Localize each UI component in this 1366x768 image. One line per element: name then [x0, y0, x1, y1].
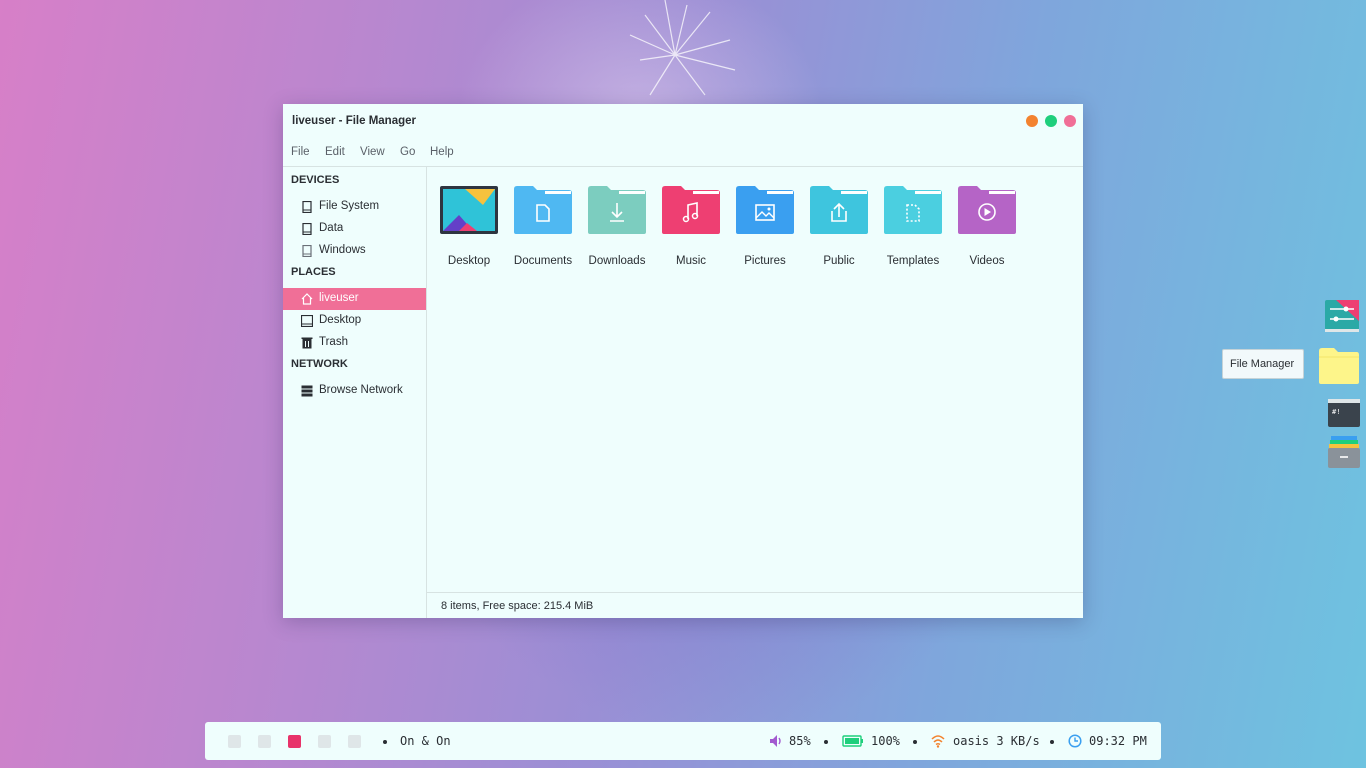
- sidebar-item-label: Trash: [319, 336, 348, 348]
- file-label: Documents: [513, 255, 573, 267]
- sidebar-item-file-system[interactable]: File System: [283, 196, 426, 218]
- drive-icon: [302, 245, 312, 257]
- window-title-label: On & On: [400, 734, 451, 748]
- dock-tooltip: File Manager: [1222, 349, 1304, 379]
- pictures-folder-icon: [736, 186, 794, 234]
- places-header: PLACES: [291, 266, 336, 278]
- workspace-1-button[interactable]: [228, 735, 241, 748]
- downloads-folder-icon: [588, 186, 646, 234]
- status-bar: 8 items, Free space: 215.4 MiB: [427, 592, 1083, 619]
- network-header: NETWORK: [291, 358, 348, 370]
- menu-bar: File Edit View Go Help: [283, 142, 1083, 167]
- documents-folder-icon: [514, 186, 572, 234]
- menu-file[interactable]: File: [291, 146, 310, 158]
- maximize-button[interactable]: [1045, 115, 1057, 127]
- file-view[interactable]: Desktop Documents Downloads Music Pictur…: [427, 167, 1083, 592]
- menu-edit[interactable]: Edit: [325, 146, 345, 158]
- home-icon: [301, 293, 313, 305]
- menu-go[interactable]: Go: [400, 146, 415, 158]
- menu-help[interactable]: Help: [430, 146, 454, 158]
- menu-view[interactable]: View: [360, 146, 385, 158]
- file-label: Videos: [969, 255, 1005, 267]
- sidebar-item-trash[interactable]: Trash: [283, 332, 426, 354]
- sidebar-item-label: liveuser: [319, 292, 359, 304]
- sidebar-item-label: Data: [319, 222, 344, 234]
- file-label: Downloads: [588, 255, 646, 267]
- status-text: 8 items, Free space: 215.4 MiB: [441, 600, 594, 612]
- sidebar-item-label: Windows: [319, 244, 366, 256]
- file-label: Public: [823, 255, 855, 267]
- sparkler-decoration: [629, 0, 736, 96]
- sidebar-item-liveuser[interactable]: liveuser: [283, 288, 426, 310]
- templates-folder-icon: [884, 186, 942, 234]
- workspace-2-button[interactable]: [258, 735, 271, 748]
- terminal-app-icon[interactable]: #!: [1327, 398, 1361, 428]
- drive-icon: [302, 223, 312, 235]
- sidebar-item-label: Browse Network: [319, 384, 403, 396]
- separator-dot: [913, 740, 917, 744]
- file-label: Desktop: [447, 255, 491, 267]
- drive-icon: [302, 201, 312, 213]
- volume-icon[interactable]: [769, 734, 783, 748]
- file-label: Music: [675, 255, 707, 267]
- sidebar: DEVICES File System Data Windows PLACES …: [283, 167, 427, 618]
- file-manager-app-icon[interactable]: [1318, 347, 1360, 385]
- network-status[interactable]: oasis 3 KB/s: [953, 734, 1040, 748]
- title-bar[interactable]: liveuser - File Manager: [283, 104, 1083, 138]
- separator-dot: [1050, 740, 1054, 744]
- close-button[interactable]: [1064, 115, 1076, 127]
- file-item-public[interactable]: Public: [802, 181, 876, 267]
- network-icon: [301, 385, 313, 397]
- clock-icon[interactable]: [1068, 734, 1082, 748]
- minimize-button[interactable]: [1026, 115, 1038, 127]
- file-item-documents[interactable]: Documents: [506, 181, 580, 267]
- wifi-icon[interactable]: [931, 734, 945, 748]
- file-manager-window: liveuser - File Manager File Edit View G…: [283, 104, 1083, 618]
- music-folder-icon: [662, 186, 720, 234]
- sidebar-item-data[interactable]: Data: [283, 218, 426, 240]
- videos-folder-icon: [958, 186, 1016, 234]
- file-item-downloads[interactable]: Downloads: [580, 181, 654, 267]
- trash-icon: [301, 337, 313, 349]
- file-item-pictures[interactable]: Pictures: [728, 181, 802, 267]
- file-item-videos[interactable]: Videos: [950, 181, 1024, 267]
- bottom-panel: On & On 85% 100% oasis 3 KB/s 09:32 PM: [205, 722, 1161, 760]
- sidebar-item-label: File System: [319, 200, 380, 212]
- workspace-3-button[interactable]: [288, 735, 301, 748]
- desktop-icon: [301, 315, 313, 327]
- devices-header: DEVICES: [291, 174, 340, 186]
- desktop-folder-icon: [440, 186, 498, 234]
- sidebar-item-browse-network[interactable]: Browse Network: [283, 380, 426, 402]
- volume-level[interactable]: 85%: [789, 734, 811, 748]
- workspace-4-button[interactable]: [318, 735, 331, 748]
- file-item-templates[interactable]: Templates: [876, 181, 950, 267]
- file-item-music[interactable]: Music: [654, 181, 728, 267]
- file-label: Templates: [886, 255, 940, 267]
- file-label: Pictures: [744, 255, 786, 267]
- sidebar-item-windows[interactable]: Windows: [283, 240, 426, 262]
- battery-level[interactable]: 100%: [871, 734, 900, 748]
- sidebar-item-desktop[interactable]: Desktop: [283, 310, 426, 332]
- sidebar-item-label: Desktop: [319, 314, 362, 326]
- archive-app-icon[interactable]: [1327, 435, 1361, 469]
- window-title: liveuser - File Manager: [292, 115, 416, 127]
- workspace-5-button[interactable]: [348, 735, 361, 748]
- battery-icon[interactable]: [842, 734, 864, 748]
- settings-app-icon[interactable]: [1324, 299, 1360, 333]
- separator-dot: [824, 740, 828, 744]
- separator-dot: [383, 740, 387, 744]
- clock-time[interactable]: 09:32 PM: [1089, 734, 1147, 748]
- public-folder-icon: [810, 186, 868, 234]
- svg-text:#!: #!: [1332, 408, 1340, 416]
- file-item-desktop[interactable]: Desktop: [432, 181, 506, 267]
